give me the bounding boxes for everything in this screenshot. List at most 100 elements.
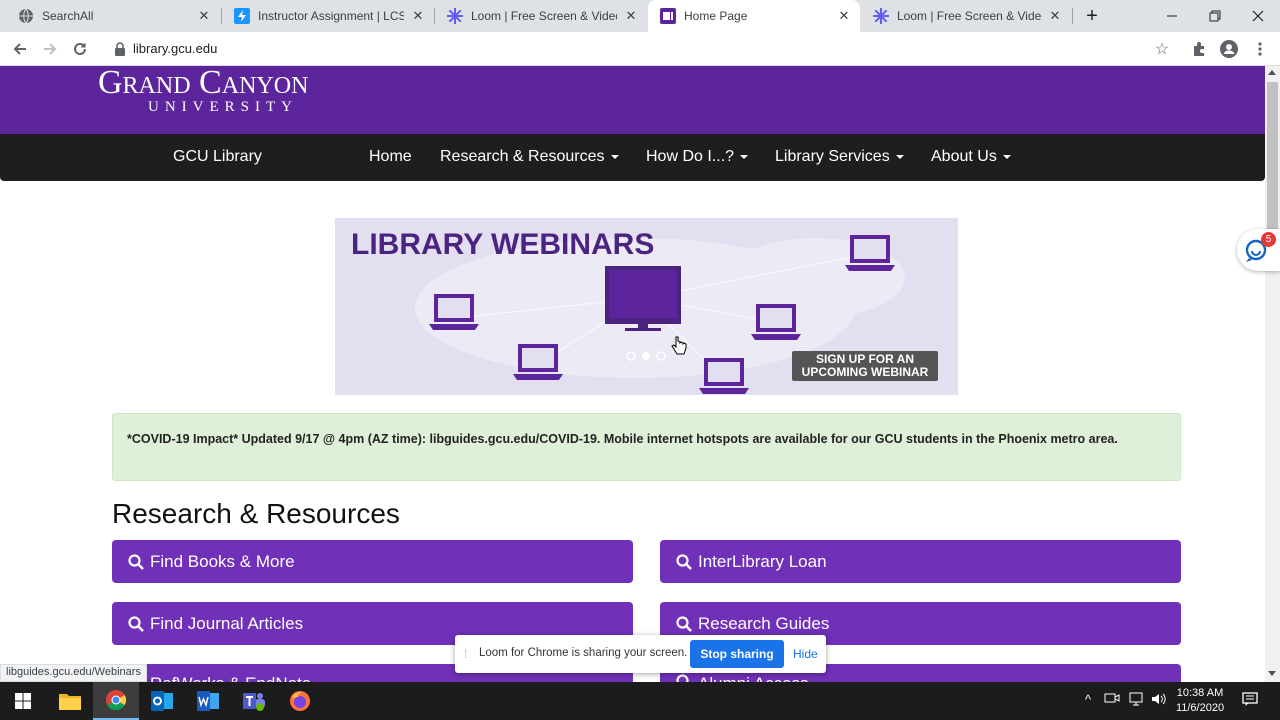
nav-label: How Do I...? [646, 148, 735, 165]
page-scrollbar[interactable] [1265, 66, 1280, 682]
tab-title: Home Page [684, 9, 748, 23]
button-label: Alumni Access [698, 674, 809, 682]
tab-instructor-assignment[interactable]: Instructor Assignment | LCS Le ✕ [222, 0, 434, 32]
restore-button[interactable] [1193, 0, 1237, 32]
new-tab-button[interactable]: + [1070, 0, 1114, 32]
meet-now-icon[interactable] [1104, 692, 1120, 707]
tab-title: Loom | Free Screen & Video Re [897, 9, 1041, 23]
main-navbar: GCU Library Home Research & Resources Ho… [0, 134, 1265, 181]
search-icon [676, 553, 692, 570]
clock-date: 11/6/2020 [1175, 702, 1225, 714]
profile-avatar-icon[interactable] [1217, 37, 1241, 61]
close-tab-icon[interactable]: ✕ [410, 8, 426, 24]
browser-tab-strip: SearchAll ✕ Instructor Assignment | LCS … [0, 0, 1280, 32]
search-icon [128, 615, 144, 632]
logo-line2: UNIVERSITY [148, 99, 298, 115]
nav-library-services[interactable]: Library Services [775, 148, 904, 166]
file-explorer-icon[interactable] [47, 682, 93, 720]
cta-line2: UPCOMING WEBINAR [801, 365, 929, 379]
tab-title: SearchAll [42, 9, 94, 23]
site-header: Grand Canyon UNIVERSITY [0, 66, 1265, 134]
chrome-taskbar-icon[interactable] [93, 682, 139, 720]
loom-message: Loom for Chrome is sharing your screen. [479, 647, 688, 659]
nav-home[interactable]: Home [369, 148, 412, 166]
scroll-up-icon[interactable] [1268, 70, 1276, 75]
caret-down-icon [610, 154, 619, 159]
chrome-menu-icon[interactable] [1248, 37, 1272, 61]
banner-title: LIBRARY WEBINARS [351, 228, 655, 261]
close-tab-icon[interactable]: ✕ [196, 8, 212, 24]
status-bar: libguides.gcu.edu/Webinars [0, 664, 147, 682]
volume-icon[interactable] [1151, 692, 1167, 709]
firefox-icon[interactable] [277, 682, 323, 720]
banner-signup-button[interactable]: SIGN UP FOR AN UPCOMING WEBINAR [792, 351, 938, 381]
search-icon [128, 553, 144, 570]
network-icon[interactable] [1129, 692, 1145, 709]
loom-icon [873, 8, 889, 24]
caret-down-icon [1002, 154, 1011, 159]
clock-time: 10:38 AM [1176, 687, 1224, 699]
back-icon[interactable] [8, 37, 32, 61]
outlook-icon[interactable] [139, 682, 185, 720]
globe-icon [18, 8, 34, 24]
nav-about-us[interactable]: About Us [931, 148, 1011, 166]
system-clock[interactable]: 10:38 AM 11/6/2020 [1168, 686, 1232, 716]
forward-icon[interactable] [38, 37, 62, 61]
loom-icon [447, 8, 463, 24]
tab-searchall[interactable]: SearchAll ✕ [6, 0, 220, 32]
nav-research-resources[interactable]: Research & Resources [440, 148, 619, 166]
chat-widget[interactable]: 5 [1237, 229, 1280, 271]
lock-icon[interactable] [108, 37, 132, 61]
address-bar[interactable]: library.gcu.edu [133, 41, 217, 56]
button-label: RefWorks & EndNote [150, 674, 311, 682]
nav-label: About Us [931, 148, 997, 165]
button-label: Find Journal Articles [150, 613, 304, 633]
close-tab-icon[interactable]: ✕ [623, 8, 639, 24]
webinar-banner[interactable]: LIBRARY WEBINARS SIGN UP FOR AN UPCOMING… [335, 218, 958, 395]
close-tab-icon[interactable]: ✕ [1047, 8, 1063, 24]
brand-link[interactable]: GCU Library [173, 148, 262, 166]
tab-title: Loom | Free Screen & Video Re [471, 9, 617, 23]
logo-line1: Grand Canyon [98, 64, 309, 101]
notifications-icon[interactable] [1242, 692, 1258, 709]
caret-down-icon [740, 154, 749, 159]
loom-sharing-bar: ⁞ Loom for Chrome is sharing your screen… [455, 635, 826, 673]
extensions-icon[interactable] [1187, 37, 1211, 61]
nav-label: Library Services [775, 148, 890, 165]
tab-loom-2[interactable]: Loom | Free Screen & Video Re ✕ [861, 0, 1071, 32]
gcu-library-icon [660, 8, 676, 24]
windows-start-icon[interactable] [0, 682, 46, 720]
tab-loom-1[interactable]: Loom | Free Screen & Video Re ✕ [435, 0, 647, 32]
bookmark-star-icon[interactable]: ☆ [1150, 37, 1174, 61]
nav-how-do-i[interactable]: How Do I...? [646, 148, 749, 166]
hide-link[interactable]: Hide [793, 647, 818, 661]
scroll-down-icon[interactable] [1268, 671, 1276, 676]
find-books-button[interactable]: Find Books & More [112, 540, 633, 583]
caret-down-icon [895, 154, 904, 159]
search-icon [676, 674, 692, 682]
reload-icon[interactable] [68, 37, 92, 61]
minimize-button[interactable] [1150, 0, 1194, 32]
button-label: Find Books & More [150, 551, 295, 571]
windows-taskbar: ^ 10:38 AM 11/6/2020 [0, 682, 1280, 720]
button-label: Research Guides [698, 613, 830, 633]
search-icon [676, 615, 692, 632]
close-tab-icon[interactable]: ✕ [836, 8, 852, 24]
teams-icon[interactable] [231, 682, 277, 720]
browser-toolbar: library.gcu.edu ☆ [0, 32, 1280, 66]
tab-home-page[interactable]: Home Page ✕ [648, 0, 860, 32]
lightning-icon [234, 8, 250, 24]
stop-sharing-button[interactable]: Stop sharing [690, 640, 784, 668]
word-icon[interactable] [185, 682, 231, 720]
covid-alert: *COVID-19 Impact* Updated 9/17 @ 4pm (AZ… [112, 413, 1181, 481]
close-window-button[interactable] [1236, 0, 1280, 32]
monitor-icon [605, 266, 681, 331]
tab-title: Instructor Assignment | LCS Le [258, 9, 404, 23]
nav-label: Research & Resources [440, 148, 605, 165]
interlibrary-loan-button[interactable]: InterLibrary Loan [660, 540, 1181, 583]
hand-cursor-icon [671, 336, 687, 355]
chevron-up-icon[interactable]: ^ [1085, 692, 1091, 707]
button-label: InterLibrary Loan [698, 551, 827, 571]
scrollbar-thumb[interactable] [1267, 82, 1278, 242]
drag-handle-icon[interactable]: ⁞ [464, 647, 467, 661]
